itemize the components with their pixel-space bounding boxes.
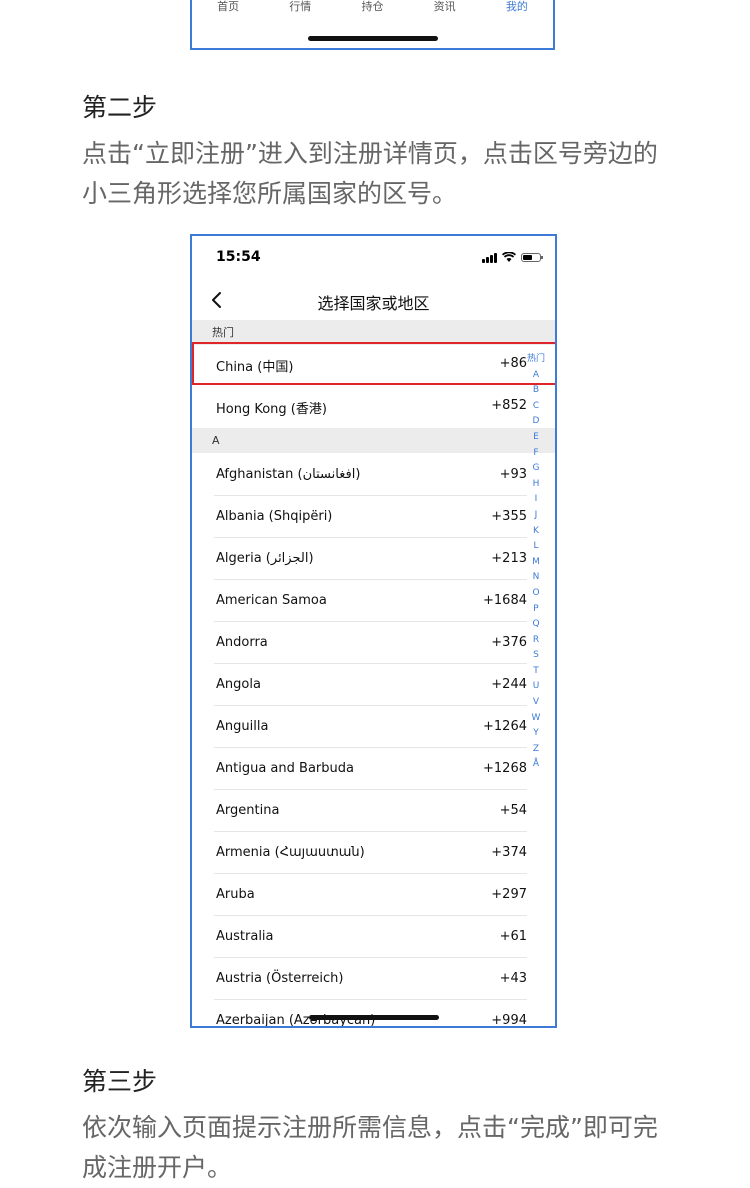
country-code: +374	[491, 845, 527, 860]
index-letter[interactable]: J	[525, 508, 547, 524]
index-letter[interactable]: C	[525, 399, 547, 415]
country-row-hong-kong[interactable]: Hong Kong (香港) +852	[192, 385, 555, 427]
alphabet-index-bar[interactable]: 热门 A B C D E F G H I J K L M N O P Q R S T U V W Y Z Å	[525, 352, 547, 773]
country-name: Albania (Shqipëri)	[216, 509, 333, 524]
country-name: American Samoa	[216, 593, 327, 608]
index-letter[interactable]: E	[525, 430, 547, 446]
country-name: Algeria (الجزائر)	[216, 551, 314, 566]
step-3-title: 第三步	[82, 1067, 158, 1096]
country-select-phone-screenshot: 15:54 选择国家或地区 热门 China (中国) +86 Hong Kon…	[190, 234, 557, 1028]
index-letter[interactable]: L	[525, 539, 547, 555]
index-letter[interactable]: S	[525, 648, 547, 664]
country-code: +54	[499, 803, 527, 818]
index-letter[interactable]: P	[525, 602, 547, 618]
step-2-description: 点击“立即注册”进入到注册详情页，点击区号旁边的小三角形选择您所属国家的区号。	[82, 139, 658, 208]
tab-home[interactable]: 首页	[198, 0, 258, 14]
country-row[interactable]: Antigua and Barbuda +1268	[192, 748, 555, 790]
previous-step-phone-screenshot: 首页 行情 持仓 资讯 我的	[190, 0, 555, 50]
country-name: Australia	[216, 929, 274, 944]
status-bar: 15:54	[192, 236, 555, 282]
tab-market[interactable]: 行情	[270, 0, 330, 14]
country-name: Anguilla	[216, 719, 269, 734]
index-letter[interactable]: V	[525, 695, 547, 711]
country-code: +994	[491, 1013, 527, 1028]
tab-news[interactable]: 资讯	[415, 0, 475, 14]
country-name: Armenia (Հայաստան)	[216, 845, 365, 860]
step-2-title: 第二步	[82, 93, 158, 122]
country-row[interactable]: Australia +61	[192, 916, 555, 958]
country-row[interactable]: Azerbaijan (Azərbaycan) +994	[192, 1000, 555, 1028]
country-row[interactable]: Albania (Shqipëri) +355	[192, 496, 555, 538]
country-name: Aruba	[216, 887, 255, 902]
country-name: Angola	[216, 677, 261, 692]
nav-bar: 选择国家或地区	[192, 284, 555, 320]
step-3-description: 依次输入页面提示注册所需信息，点击“完成”即可完成注册开户。	[82, 1113, 658, 1182]
index-letter[interactable]: Q	[525, 617, 547, 633]
country-code: +244	[491, 677, 527, 692]
battery-icon	[521, 253, 543, 262]
country-code: +355	[491, 509, 527, 524]
tab-mine[interactable]: 我的	[487, 0, 547, 14]
country-name: China (中国)	[216, 360, 294, 375]
country-name: Afghanistan (افغانستان)	[216, 467, 361, 482]
country-row[interactable]: Afghanistan (افغانستان) +93	[192, 454, 555, 496]
country-row-china[interactable]: China (中国) +86	[192, 343, 555, 385]
country-row[interactable]: Anguilla +1264	[192, 706, 555, 748]
country-row[interactable]: Aruba +297	[192, 874, 555, 916]
signal-icon	[482, 252, 497, 263]
country-code: +852	[491, 398, 527, 413]
country-code: +86	[499, 356, 527, 371]
country-code: +297	[491, 887, 527, 902]
index-letter[interactable]: I	[525, 492, 547, 508]
country-row[interactable]: Angola +244	[192, 664, 555, 706]
country-row[interactable]: Austria (Österreich) +43	[192, 958, 555, 1000]
country-row[interactable]: Argentina +54	[192, 790, 555, 832]
tab-positions[interactable]: 持仓	[342, 0, 402, 14]
index-letter[interactable]: F	[525, 446, 547, 462]
country-code: +213	[491, 551, 527, 566]
index-letter[interactable]: U	[525, 679, 547, 695]
country-code: +1684	[483, 593, 527, 608]
home-indicator	[308, 1015, 439, 1020]
country-row[interactable]: Armenia (Հայաստան) +374	[192, 832, 555, 874]
page-title: 选择国家或地区	[317, 294, 430, 313]
country-row[interactable]: Andorra +376	[192, 622, 555, 664]
index-letter[interactable]: Y	[525, 726, 547, 742]
index-letter[interactable]: 热门	[525, 352, 547, 368]
country-name: Andorra	[216, 635, 268, 650]
country-code: +1264	[483, 719, 527, 734]
index-letter[interactable]: Z	[525, 742, 547, 758]
country-code: +1268	[483, 761, 527, 776]
section-header-a: A	[192, 428, 555, 453]
index-letter[interactable]: B	[525, 383, 547, 399]
status-time: 15:54	[216, 249, 261, 265]
index-letter[interactable]: A	[525, 368, 547, 384]
index-letter[interactable]: G	[525, 461, 547, 477]
country-name: Austria (Österreich)	[216, 971, 344, 986]
country-name: Argentina	[216, 803, 280, 818]
section-header-hot: 热门	[192, 320, 555, 345]
index-letter[interactable]: H	[525, 477, 547, 493]
index-letter[interactable]: T	[525, 664, 547, 680]
home-indicator	[307, 36, 438, 41]
country-name: Antigua and Barbuda	[216, 761, 354, 776]
index-letter[interactable]: R	[525, 633, 547, 649]
index-letter[interactable]: D	[525, 414, 547, 430]
index-letter[interactable]: Å	[525, 757, 547, 773]
country-row[interactable]: Algeria (الجزائر) +213	[192, 538, 555, 580]
index-letter[interactable]: M	[525, 555, 547, 571]
country-row[interactable]: American Samoa +1684	[192, 580, 555, 622]
wifi-icon	[502, 252, 516, 262]
index-letter[interactable]: N	[525, 570, 547, 586]
bottom-tab-bar: 首页 行情 持仓 资讯 我的	[192, 0, 553, 14]
index-letter[interactable]: O	[525, 586, 547, 602]
country-name: Hong Kong (香港)	[216, 402, 327, 417]
index-letter[interactable]: K	[525, 524, 547, 540]
index-letter[interactable]: W	[525, 711, 547, 727]
country-code: +93	[499, 467, 527, 482]
country-code: +376	[491, 635, 527, 650]
country-code: +61	[499, 929, 527, 944]
country-code: +43	[499, 971, 527, 986]
